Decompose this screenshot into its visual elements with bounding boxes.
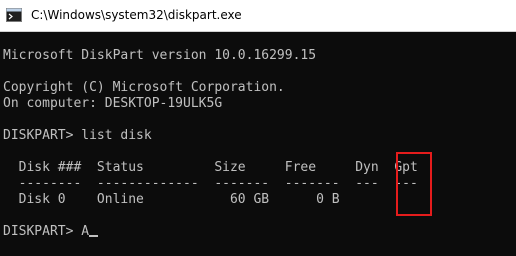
title-bar[interactable]: C:\Windows\system32\diskpart.exe <box>0 0 516 32</box>
text-cursor <box>89 235 98 237</box>
window-title: C:\Windows\system32\diskpart.exe <box>31 8 242 22</box>
copyright-line: Copyright (C) Microsoft Corporation. <box>3 80 285 95</box>
disk-table-header: Disk ### Status Size Free Dyn Gpt <box>3 160 418 175</box>
diskpart-window: C:\Windows\system32\diskpart.exe Microso… <box>0 0 516 256</box>
gpt-column-highlight <box>396 152 432 216</box>
table-row: Disk 0 Online 60 GB 0 B <box>3 192 340 207</box>
version-line: Microsoft DiskPart version 10.0.16299.15 <box>3 48 317 63</box>
prompt-line: DISKPART> A <box>3 224 90 239</box>
computer-name-line: On computer: DESKTOP-19ULK5G <box>3 96 223 111</box>
console-app-icon <box>6 8 22 22</box>
command-line: DISKPART> list disk <box>3 128 152 143</box>
console-area[interactable]: Microsoft DiskPart version 10.0.16299.15… <box>0 32 516 256</box>
disk-table-separator: -------- ------------- ------- ------- -… <box>3 176 418 191</box>
